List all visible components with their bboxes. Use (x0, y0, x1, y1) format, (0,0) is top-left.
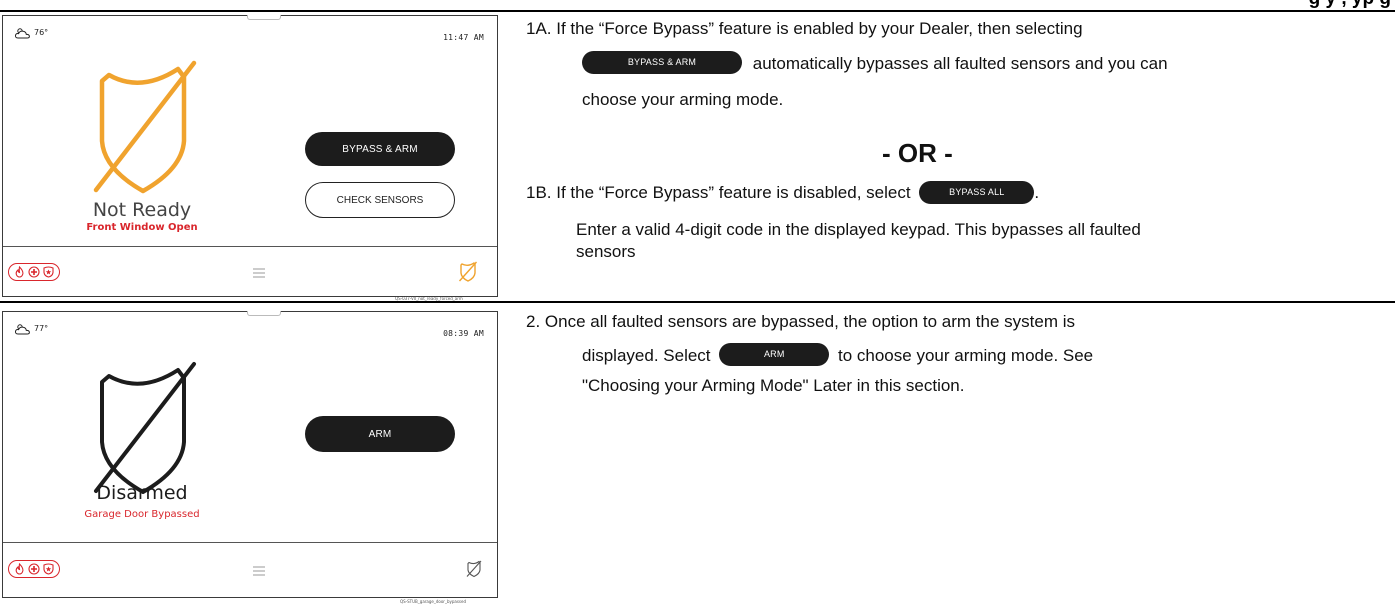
status-text: Disarmed (96, 482, 188, 504)
weather-widget[interactable]: 77° (15, 323, 48, 336)
check-sensors-button[interactable]: CHECK SENSORS (305, 182, 455, 218)
inline-bypass-arm-button: BYPASS & ARM (582, 51, 742, 75)
emergency-buttons[interactable] (8, 263, 60, 281)
step-2-line2: displayed. Select ARM to choose your arm… (582, 343, 1093, 368)
temperature: 77° (34, 324, 49, 333)
shield-slash-icon (93, 60, 197, 194)
clock: 08:39 AM (443, 329, 484, 338)
status-detail: Garage Door Bypassed (84, 509, 200, 520)
panel-screen-not-ready: 76° 11:47 AM Not Ready Front Window Open… (2, 15, 498, 297)
arm-button[interactable]: ARM (305, 416, 455, 452)
step-2-line3: "Choosing your Arming Mode" Later in thi… (582, 376, 965, 395)
shield-status-icon[interactable] (466, 560, 482, 578)
emergency-buttons[interactable] (8, 560, 60, 578)
cloud-icon (15, 324, 30, 335)
fire-icon (15, 563, 24, 575)
medical-icon (28, 266, 40, 278)
step-2-text-start: displayed. Select (582, 346, 711, 365)
panel-screen-disarmed: 77° 08:39 AM Disarmed Garage Door Bypass… (2, 311, 498, 598)
clock: 11:47 AM (443, 33, 484, 42)
step-1a-line3: choose your arming mode. (582, 90, 784, 109)
step-2-line1: 2. Once all faulted sensors are bypassed… (526, 312, 1076, 331)
image-caption: QS-037-V0_not_ready_forced_arm (395, 296, 463, 301)
step-1a-line1: 1A. If the “Force Bypass” feature is ena… (526, 19, 1083, 38)
step-2-text-end: to choose your arming mode. See (838, 346, 1094, 365)
step-1b-line1: 1B. If the “Force Bypass” feature is dis… (526, 180, 1039, 205)
screen-notch (247, 311, 281, 316)
screen-notch (247, 15, 281, 20)
step-1b-line2: Enter a valid 4-digit code in the displa… (576, 220, 1141, 239)
image-caption: QS-STUB_garage_door_bypassed (400, 599, 467, 604)
police-icon (43, 266, 54, 278)
temperature: 76° (34, 28, 49, 37)
step-1a-line2-text: automatically bypasses all faulted senso… (752, 54, 1168, 73)
top-rule (0, 10, 1395, 12)
fire-icon (15, 266, 24, 278)
footer-divider (3, 542, 497, 543)
bypass-and-arm-button[interactable]: BYPASS & ARM (305, 132, 455, 166)
medical-icon (28, 563, 40, 575)
step-1b-period: . (1034, 183, 1040, 202)
step-1b-line3: sensors (576, 242, 636, 261)
middle-rule (0, 301, 1395, 303)
footer-divider (3, 246, 497, 247)
step-1a-line2: BYPASS & ARM automatically bypasses all … (582, 51, 1168, 76)
weather-widget[interactable]: 76° (15, 27, 48, 40)
police-icon (43, 563, 54, 575)
status-text: Not Ready (92, 199, 192, 221)
menu-icon[interactable] (253, 268, 265, 278)
shield-status-icon[interactable] (458, 261, 478, 283)
inline-arm-button: ARM (719, 343, 830, 367)
cut-off-heading: g y , yp g (1309, 0, 1391, 10)
menu-icon[interactable] (253, 566, 265, 576)
step-1b-text: 1B. If the “Force Bypass” feature is dis… (526, 183, 911, 202)
status-detail: Front Window Open (86, 222, 198, 233)
inline-bypass-all-button: BYPASS ALL (919, 181, 1035, 205)
or-separator: - OR - (882, 138, 953, 168)
cloud-icon (15, 28, 30, 39)
